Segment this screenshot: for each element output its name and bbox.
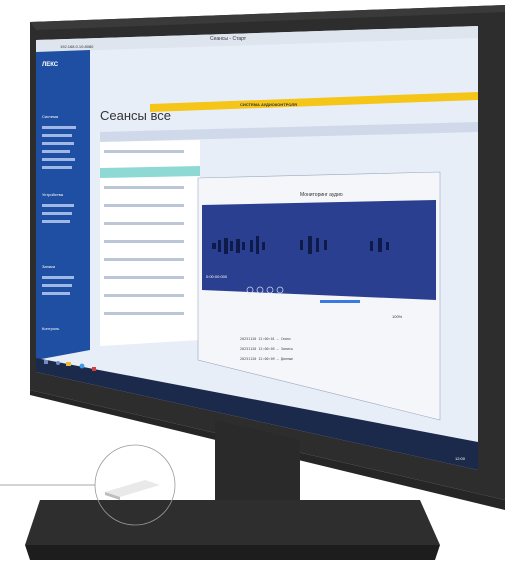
log-panel: 20231120 12:00:01 — Сеанс 20231120 12:00… (240, 337, 293, 361)
app-icon[interactable] (92, 367, 96, 371)
zoom-level[interactable]: 100% (392, 314, 403, 319)
start-icon[interactable] (44, 360, 48, 364)
banner-text: СИСТЕМА АУДИОКОНТРОЛЯ (240, 102, 297, 107)
explorer-icon[interactable] (66, 362, 71, 366)
sidebar-item-control[interactable]: Контроль (42, 326, 59, 331)
volume-slider[interactable] (320, 300, 360, 303)
sidebar-item-system[interactable]: Система (42, 114, 59, 119)
session-table (100, 140, 200, 346)
address-bar[interactable]: 192.168.0.10:8080 (60, 44, 94, 49)
time-readout: 0:00:00:000 (206, 274, 228, 279)
clock: 12:00 (455, 456, 466, 461)
player-title: Мониторинг аудио (300, 192, 343, 198)
sidebar-item-devices[interactable]: Устройства (42, 192, 64, 197)
browser-tab[interactable]: Сеансы - Старт (210, 36, 247, 42)
log-line: 20231120 12:00:09 — Данные (240, 357, 293, 361)
search-icon[interactable] (56, 361, 60, 365)
log-line: 20231120 12:00:05 — Запись (240, 347, 293, 351)
app-logo: ЛЕКС (42, 62, 59, 68)
monitor-scene: Сеансы - Старт 192.168.0.10:8080 ЛЕКС Си… (0, 5, 505, 560)
sidebar: ЛЕКС Система Устройства Записи Контроль (36, 50, 90, 360)
sidebar-item-records[interactable]: Записи (42, 264, 55, 269)
table-row-selected[interactable] (100, 166, 200, 178)
browser-icon[interactable] (79, 363, 85, 369)
log-line: 20231120 12:00:01 — Сеанс (240, 337, 291, 341)
